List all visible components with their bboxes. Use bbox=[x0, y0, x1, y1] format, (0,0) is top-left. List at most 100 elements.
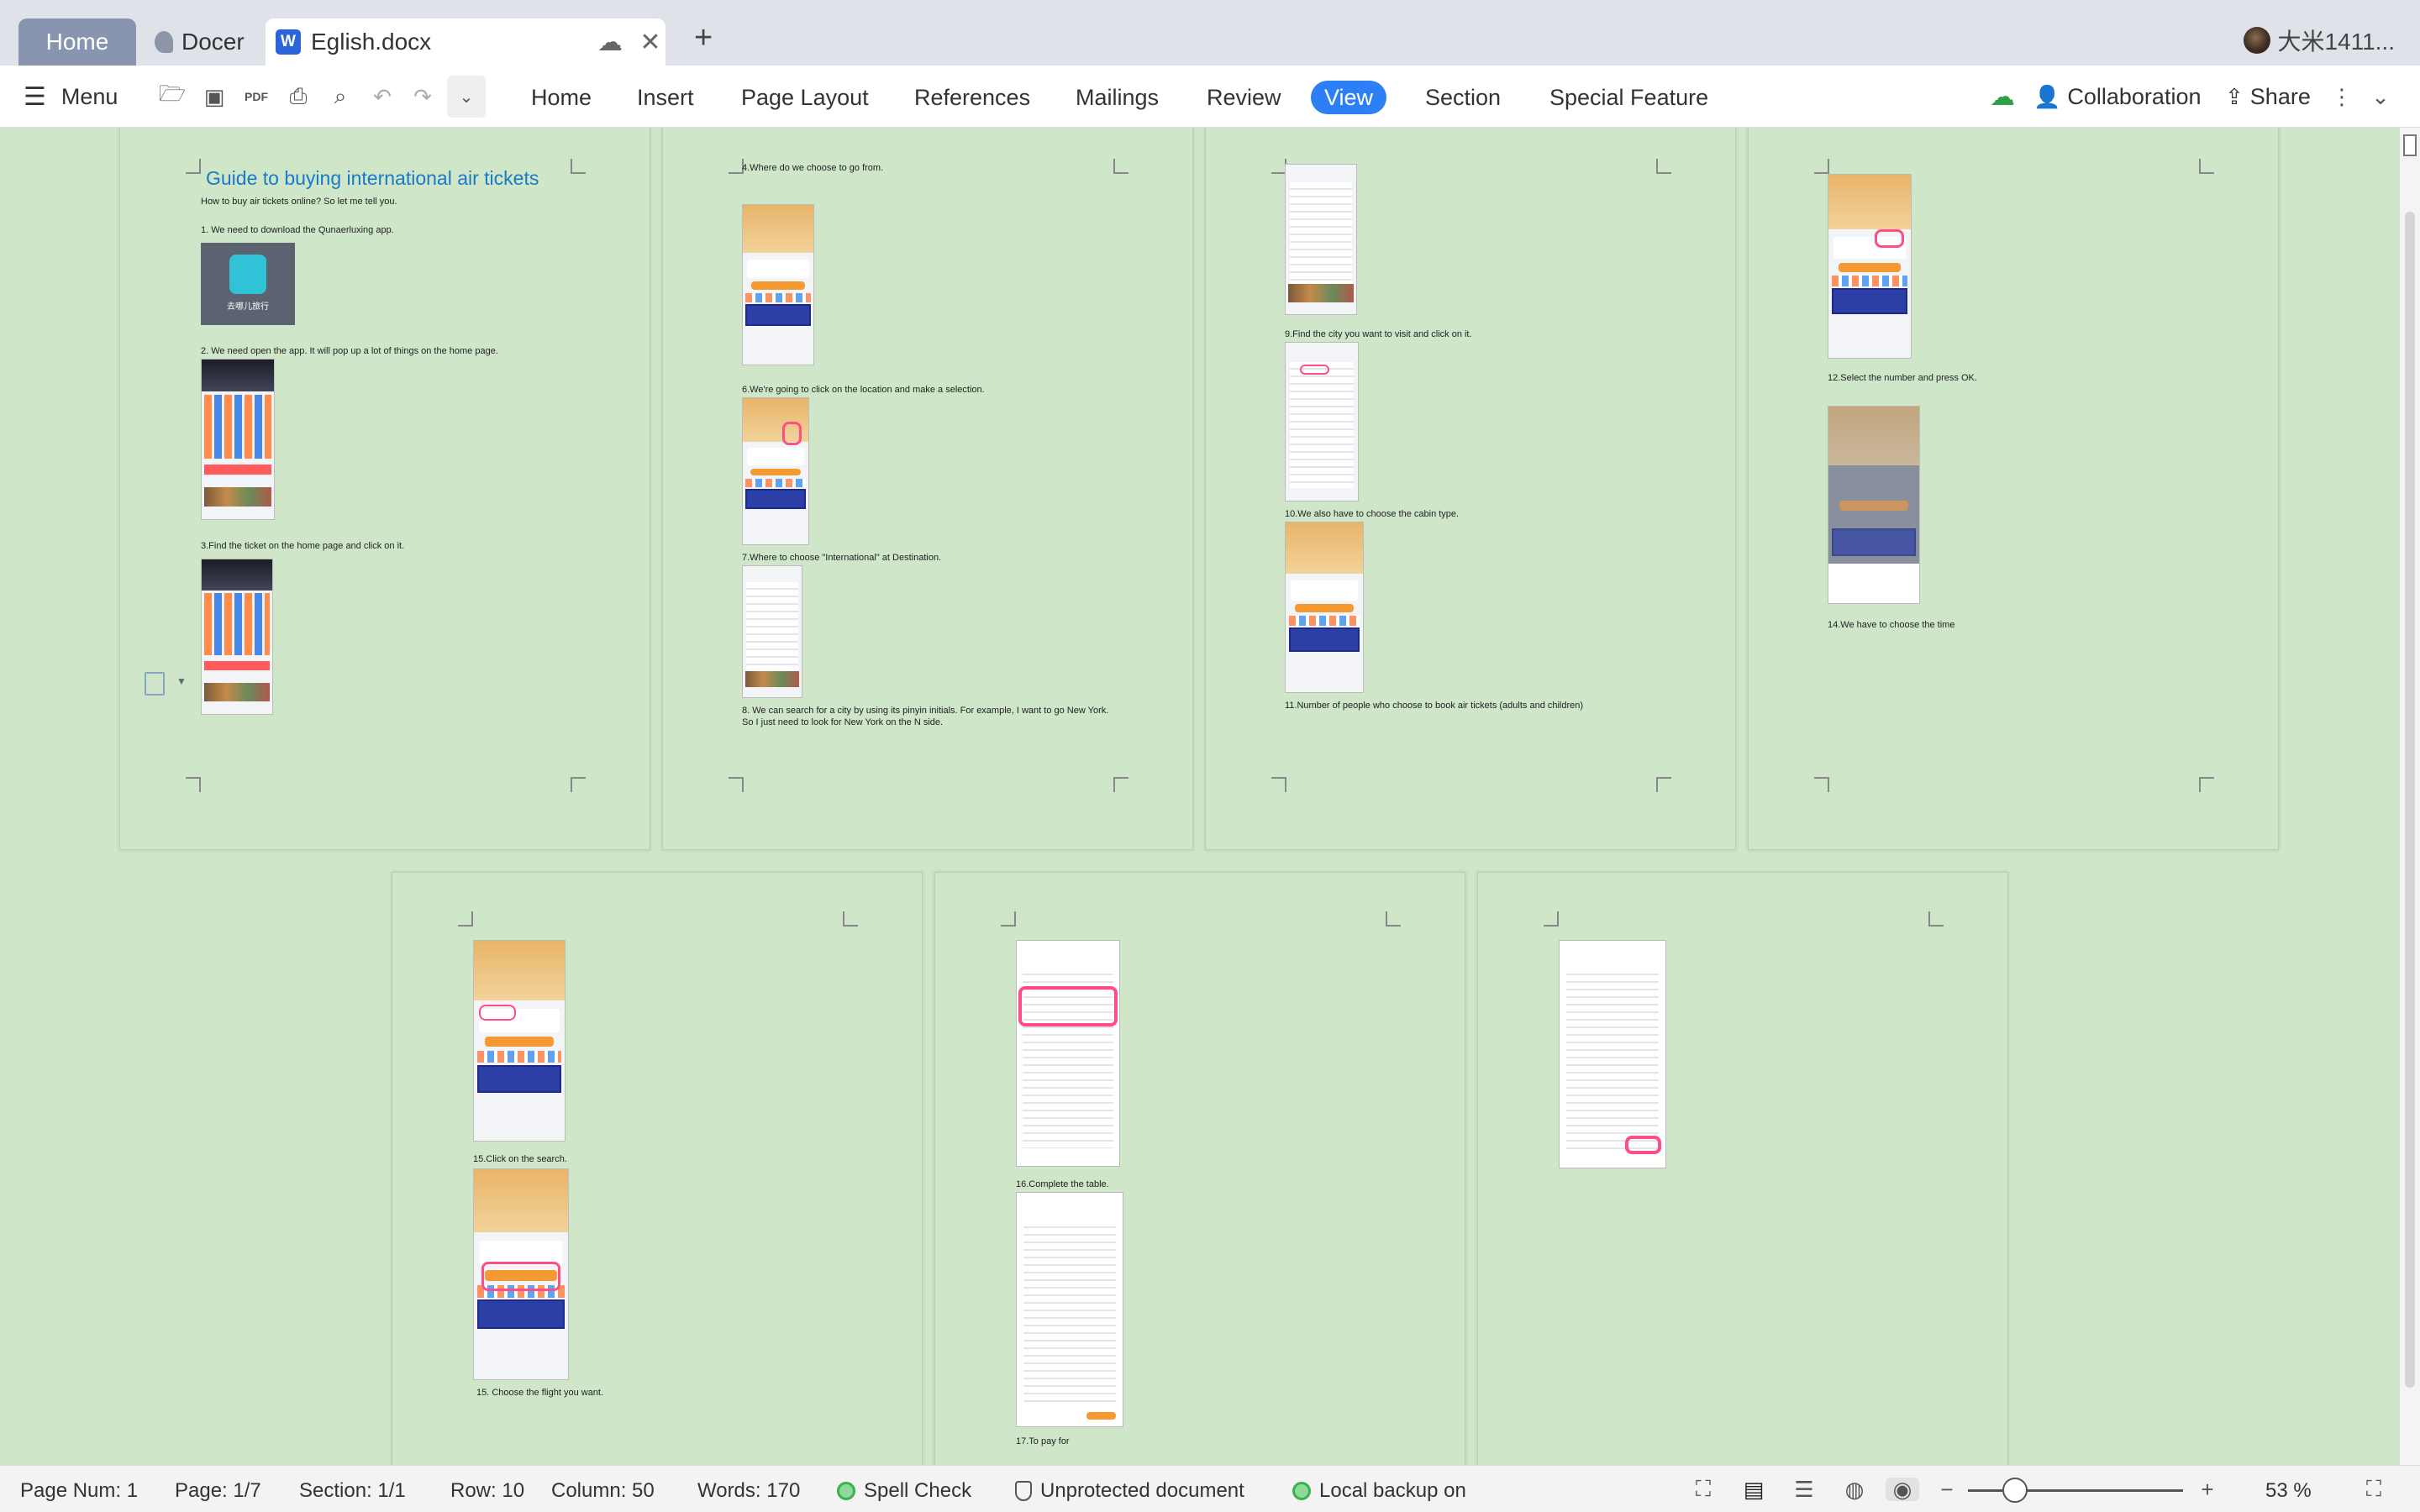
status-section[interactable]: Section: 1/1 bbox=[299, 1479, 406, 1503]
undo-icon[interactable]: ↶ bbox=[368, 84, 397, 109]
zoom-slider-track[interactable] bbox=[1968, 1489, 2183, 1492]
step-16-text: 16.Complete the table. bbox=[1016, 1179, 1109, 1189]
outline-view-icon[interactable]: ☰ bbox=[1791, 1477, 1817, 1502]
margin-mark bbox=[1113, 159, 1128, 174]
status-column[interactable]: Column: 50 bbox=[551, 1479, 655, 1503]
margin-mark bbox=[186, 777, 201, 792]
ribbon-tab-insert[interactable]: Insert bbox=[623, 81, 708, 114]
user-account[interactable]: 大米1411... bbox=[2244, 24, 2395, 57]
page-1: Guide to buying international air ticket… bbox=[119, 128, 650, 850]
margin-mark bbox=[1928, 911, 1944, 927]
pdf-icon[interactable]: PDF bbox=[242, 84, 271, 109]
step-8a-text: 8. We can search for a city by using its… bbox=[742, 706, 1109, 716]
writer-doc-icon: W bbox=[276, 29, 301, 55]
more-vertical-icon[interactable]: ⋮ bbox=[2328, 84, 2356, 109]
backup-status[interactable]: Local backup on bbox=[1292, 1479, 1466, 1503]
cloud-icon[interactable]: ☁ bbox=[595, 28, 625, 57]
print-icon[interactable]: ⎙ bbox=[284, 83, 313, 109]
margin-mark bbox=[1001, 911, 1016, 927]
status-words[interactable]: Words: 170 bbox=[697, 1479, 800, 1503]
tab-document[interactable]: W Eglish.docx ☁ ✕ bbox=[266, 18, 666, 66]
fullscreen-icon[interactable]: ⛶ bbox=[1691, 1476, 1716, 1501]
spell-check-icon bbox=[837, 1482, 855, 1500]
screenshot-home-page bbox=[201, 359, 275, 520]
screenshot-passengers bbox=[1285, 522, 1364, 693]
document-title: Guide to buying international air ticket… bbox=[206, 167, 539, 189]
ribbon-tab-page-layout[interactable]: Page Layout bbox=[728, 81, 882, 114]
vertical-scrollbar[interactable] bbox=[2400, 128, 2420, 1465]
tab-docer[interactable]: Docer bbox=[150, 18, 260, 66]
new-tab-button[interactable]: + bbox=[694, 20, 713, 56]
page-7 bbox=[1477, 872, 2008, 1465]
page-view-icon[interactable]: ▤ bbox=[1741, 1477, 1766, 1502]
ruler-toggle-icon[interactable] bbox=[2403, 134, 2417, 156]
step-10-text: 10.We also have to choose the cabin type… bbox=[1285, 509, 1460, 519]
step-15b-text: 15. Choose the flight you want. bbox=[476, 1388, 604, 1398]
tab-home[interactable]: Home bbox=[18, 18, 136, 66]
step-2-text: 2. We need open the app. It will pop up … bbox=[201, 346, 498, 356]
screenshot-pay bbox=[1559, 940, 1666, 1168]
screenshot-cabin-type bbox=[1285, 342, 1359, 501]
step-4-text: 4.Where do we choose to go from. bbox=[742, 163, 884, 173]
ribbon-tab-special-feature[interactable]: Special Feature bbox=[1536, 81, 1722, 114]
zoom-in-icon[interactable]: + bbox=[2195, 1477, 2220, 1502]
page-3: 9.Find the city you want to visit and cl… bbox=[1205, 128, 1736, 850]
web-view-icon[interactable]: ◍ bbox=[1842, 1477, 1867, 1502]
zoom-slider-thumb[interactable] bbox=[2002, 1478, 2028, 1503]
step-11-text: 11.Number of people who choose to book a… bbox=[1285, 701, 1584, 711]
margin-mark bbox=[571, 159, 586, 174]
tab-bar: Home Docer W Eglish.docx ☁ ✕ + 大米1411... bbox=[0, 0, 2420, 66]
backup-label: Local backup on bbox=[1319, 1479, 1466, 1502]
screenshot-search bbox=[473, 940, 566, 1142]
collaboration-button[interactable]: 👤 Collaboration bbox=[2033, 66, 2201, 128]
eye-protection-icon[interactable]: ◉ bbox=[1886, 1477, 1919, 1502]
ribbon-tab-section[interactable]: Section bbox=[1412, 81, 1514, 114]
ribbon-tab-references[interactable]: References bbox=[901, 81, 1044, 114]
spell-check-label: Spell Check bbox=[864, 1479, 972, 1502]
margin-mark bbox=[1814, 777, 1829, 792]
status-page[interactable]: Page: 1/7 bbox=[175, 1479, 261, 1503]
tab-home-label: Home bbox=[45, 29, 109, 55]
spell-check-button[interactable]: Spell Check bbox=[837, 1479, 971, 1503]
collapse-icon[interactable]: ⌄ bbox=[2366, 84, 2395, 109]
user-name: 大米1411... bbox=[2277, 29, 2395, 55]
step-1-text: 1. We need to download the Qunaerluxing … bbox=[201, 225, 394, 235]
status-page-num[interactable]: Page Num: 1 bbox=[20, 1479, 138, 1503]
screenshot-choose-time bbox=[1828, 406, 1920, 604]
fit-page-icon[interactable]: ⛶ bbox=[2361, 1476, 2386, 1501]
page-4: 12.Select the number and press OK. 14.We… bbox=[1748, 128, 2279, 850]
ribbon-tab-view[interactable]: View bbox=[1311, 81, 1387, 114]
document-area[interactable]: Guide to buying international air ticket… bbox=[0, 128, 2400, 1465]
margin-mark bbox=[843, 911, 858, 927]
close-tab-icon[interactable]: ✕ bbox=[635, 28, 666, 57]
screenshot-complete-table bbox=[1016, 1192, 1123, 1427]
open-icon[interactable]: 🗁 bbox=[158, 81, 187, 109]
cloud-sync-icon[interactable]: ☁ bbox=[1988, 83, 2017, 111]
ribbon-tab-home[interactable]: Home bbox=[518, 81, 605, 114]
print-preview-icon[interactable]: ⌕ bbox=[326, 83, 355, 109]
share-icon: ⇪ bbox=[2225, 83, 2244, 109]
docer-icon bbox=[155, 31, 173, 53]
zoom-level[interactable]: 53 % bbox=[2265, 1479, 2312, 1503]
scrollbar-thumb[interactable] bbox=[2405, 212, 2415, 1388]
save-icon[interactable]: ▣ bbox=[200, 84, 229, 109]
zoom-out-icon[interactable]: − bbox=[1934, 1477, 1960, 1502]
ribbon-tab-mailings[interactable]: Mailings bbox=[1062, 81, 1172, 114]
menu-button[interactable]: ☰ Menu bbox=[24, 66, 118, 128]
more-icon[interactable]: ⌄ bbox=[447, 76, 486, 118]
protection-status[interactable]: Unprotected document bbox=[1015, 1479, 1244, 1503]
share-button[interactable]: ⇪ Share bbox=[2225, 66, 2311, 128]
step-17-text: 17.To pay for bbox=[1016, 1436, 1070, 1446]
status-row[interactable]: Row: 10 bbox=[450, 1479, 524, 1503]
screenshot-choose-flight bbox=[473, 1168, 569, 1380]
step-12-text: 12.Select the number and press OK. bbox=[1828, 373, 1977, 383]
margin-mark bbox=[186, 159, 201, 174]
page-2: 4.Where do we choose to go from. 6.We're… bbox=[662, 128, 1193, 850]
ribbon-tab-review[interactable]: Review bbox=[1193, 81, 1295, 114]
collaboration-icon: 👤 bbox=[2033, 83, 2061, 109]
redo-icon[interactable]: ↷ bbox=[408, 84, 437, 109]
comment-expand-icon[interactable]: ▼ bbox=[176, 675, 187, 687]
margin-mark bbox=[458, 911, 473, 927]
comment-icon[interactable] bbox=[145, 672, 165, 696]
margin-mark bbox=[1656, 777, 1671, 792]
